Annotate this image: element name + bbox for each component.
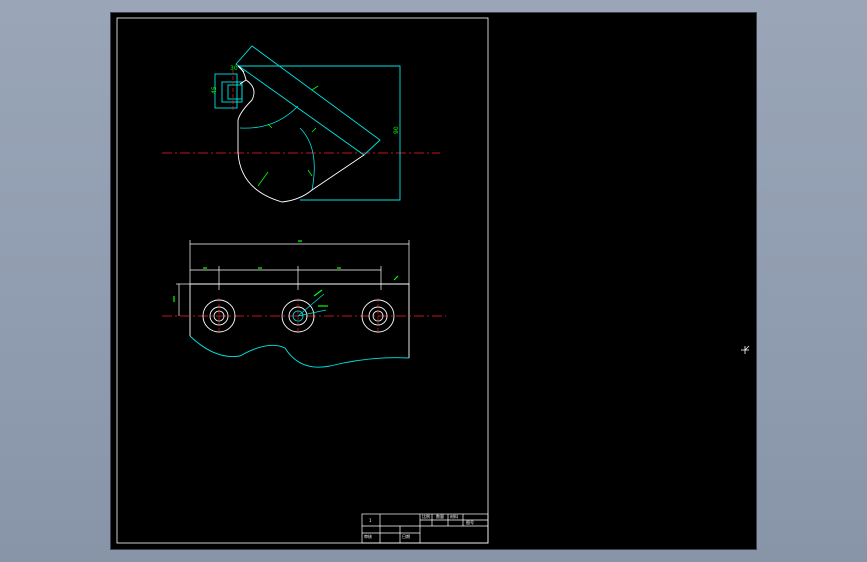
front-view-dim-mark-6 bbox=[313, 289, 323, 297]
top-view-leader-2 bbox=[311, 127, 317, 133]
top-view-arc-2 bbox=[299, 127, 315, 191]
top-view-dim-label-3: 90 bbox=[393, 126, 400, 134]
top-view-boss-outer bbox=[214, 73, 238, 109]
title-block-cell-7: 日期 bbox=[402, 533, 410, 539]
top-view-profile-curve bbox=[237, 65, 365, 203]
front-view-hole-2 bbox=[281, 293, 327, 334]
sheet-frame bbox=[116, 17, 489, 544]
sheet-border bbox=[116, 17, 489, 544]
title-block-cell-3: 数量 bbox=[436, 513, 444, 519]
top-view-leader-5 bbox=[307, 169, 313, 177]
top-view: 30 45 90 bbox=[162, 45, 440, 203]
cad-drawing: 30 45 90 1 比例 数量 材料 图号 审核 日期 bbox=[116, 17, 750, 544]
title-block-cell-4: 材料 bbox=[450, 513, 458, 519]
top-view-dim-label-2: 45 bbox=[211, 86, 218, 94]
crosshair-cursor-icon bbox=[741, 345, 750, 354]
title-block-cell-5: 图号 bbox=[466, 519, 474, 525]
title-block-cell-6: 审核 bbox=[364, 533, 372, 539]
title-block-cell-2: 比例 bbox=[422, 513, 430, 519]
front-view bbox=[162, 240, 446, 368]
front-view-break-line bbox=[189, 335, 410, 368]
top-view-leader-4 bbox=[311, 85, 319, 91]
top-view-dim-label-1: 30 bbox=[230, 65, 238, 72]
top-view-boss-core bbox=[227, 84, 243, 100]
front-view-hole-2-leader bbox=[297, 293, 325, 317]
top-view-leader-1 bbox=[257, 171, 269, 187]
front-view-dim-mark-8 bbox=[393, 275, 399, 281]
title-block-cell-1: 1 bbox=[369, 518, 372, 523]
